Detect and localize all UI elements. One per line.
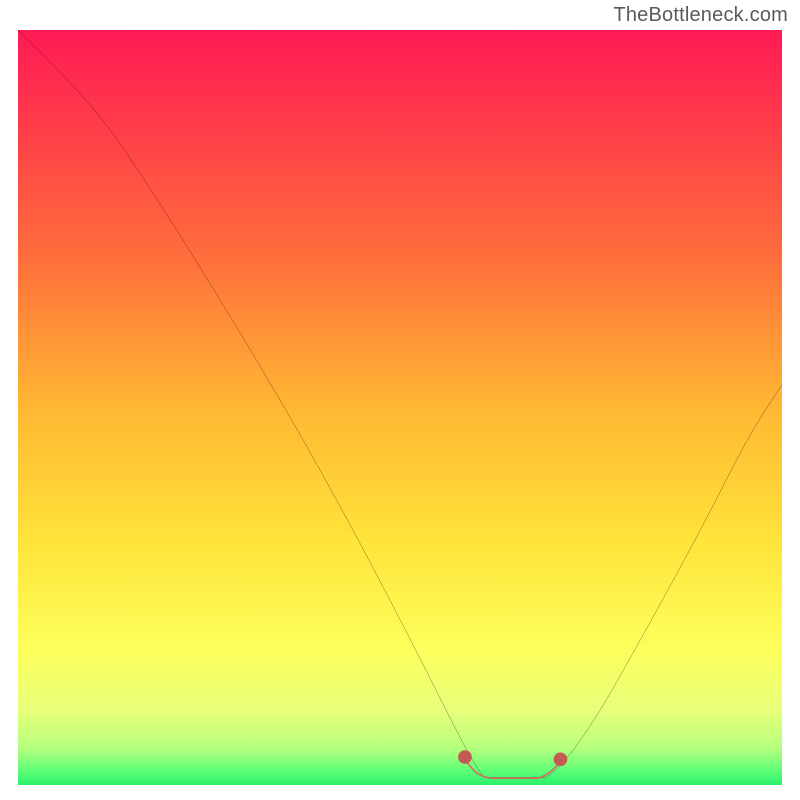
valley-marker-dot-right <box>554 753 568 767</box>
plot-area <box>18 30 782 785</box>
curve-path <box>18 30 782 777</box>
valley-marker-segment <box>465 759 561 779</box>
watermark-text: TheBottleneck.com <box>613 4 788 27</box>
bottleneck-curve <box>18 30 782 785</box>
chart-stage: TheBottleneck.com <box>0 0 800 800</box>
valley-marker-dot-left <box>458 750 472 764</box>
